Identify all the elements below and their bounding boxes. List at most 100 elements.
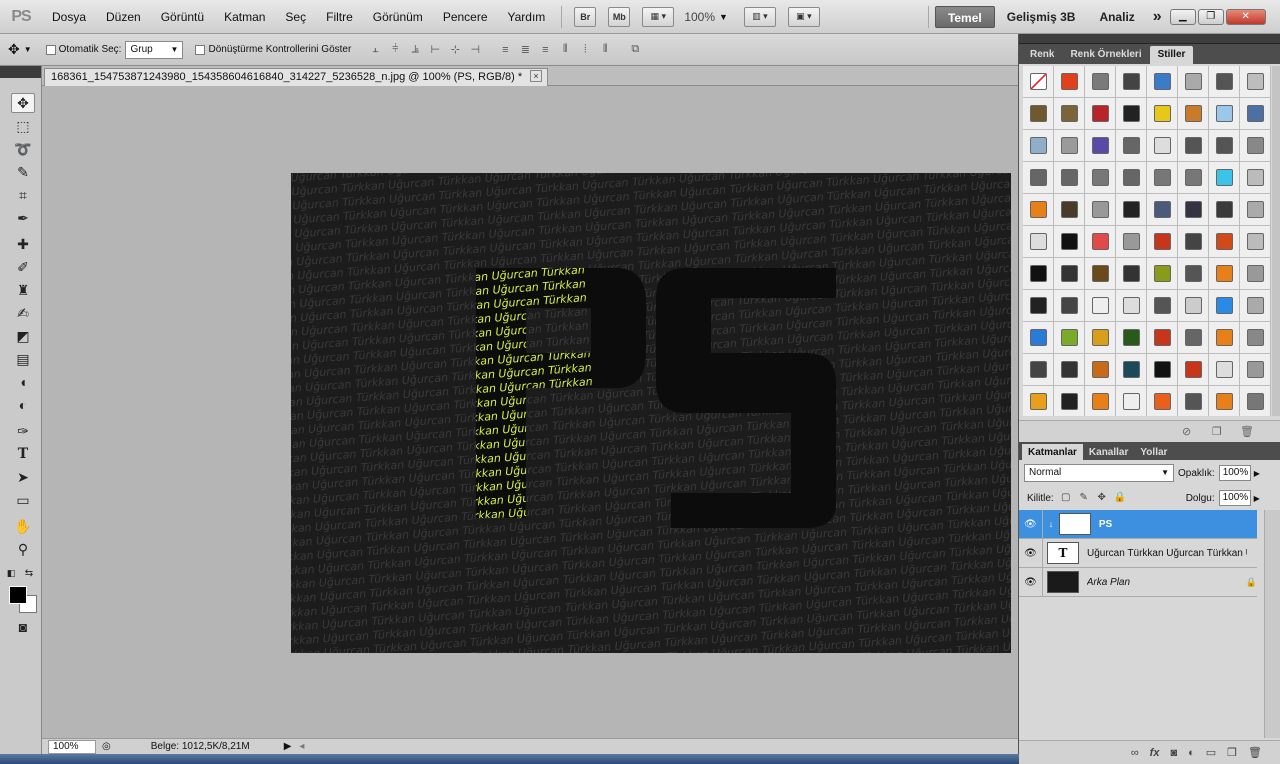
style-swatch[interactable] [1178, 258, 1209, 290]
style-swatch[interactable] [1054, 258, 1085, 290]
style-swatch[interactable] [1085, 322, 1116, 354]
style-swatch[interactable] [1178, 66, 1209, 98]
style-swatch[interactable] [1023, 130, 1054, 162]
transform-controls-checkbox[interactable] [195, 44, 206, 55]
new-group-icon[interactable]: ▭ [1206, 746, 1216, 759]
scroll-left-icon[interactable]: ◂ [299, 741, 304, 752]
style-swatch[interactable] [1147, 194, 1178, 226]
clear-style-icon[interactable]: ⊘ [1182, 425, 1191, 438]
style-swatch[interactable] [1116, 66, 1147, 98]
distribute-top-icon[interactable]: ≡ [497, 43, 513, 57]
style-swatch[interactable] [1116, 322, 1147, 354]
style-swatch[interactable] [1054, 386, 1085, 416]
style-swatch[interactable] [1147, 322, 1178, 354]
styles-scrollbar[interactable] [1272, 66, 1280, 416]
tab-renk-ornekleri[interactable]: Renk Örnekleri [1062, 46, 1149, 64]
tab-yollar[interactable]: Yollar [1134, 444, 1173, 460]
fill-field[interactable]: 100% [1218, 490, 1251, 506]
menu-filtre[interactable]: Filtre [316, 0, 363, 34]
style-swatch[interactable] [1085, 258, 1116, 290]
minimize-icon[interactable]: ▁ [1169, 8, 1196, 25]
distribute-vcenter-icon[interactable]: ≣ [517, 43, 533, 57]
style-swatch[interactable] [1116, 130, 1147, 162]
eye-icon[interactable]: 👁 [1019, 538, 1043, 568]
default-colors-icon[interactable]: ◧ [4, 563, 18, 583]
style-swatch[interactable] [1209, 98, 1240, 130]
healing-brush-tool-icon[interactable]: ✚ [11, 234, 35, 254]
style-swatch[interactable] [1178, 322, 1209, 354]
lasso-tool-icon[interactable]: ➰ [11, 139, 35, 159]
style-swatch[interactable] [1240, 354, 1271, 386]
style-swatch[interactable] [1085, 386, 1116, 416]
dodge-tool-icon[interactable]: ◐ [11, 395, 35, 415]
style-swatch[interactable] [1147, 226, 1178, 258]
pen-tool-icon[interactable]: ✑ [11, 421, 35, 441]
status-icon[interactable]: ◎ [102, 741, 111, 752]
move-tool-preset-icon[interactable]: ✥ [8, 41, 20, 58]
align-top-icon[interactable]: ⫠ [367, 43, 383, 57]
style-swatch[interactable] [1023, 162, 1054, 194]
link-layers-icon[interactable]: ∞ [1131, 747, 1139, 759]
auto-select-dropdown[interactable]: Grup ▼ [125, 40, 184, 59]
style-swatch[interactable] [1116, 98, 1147, 130]
style-swatch[interactable] [1209, 194, 1240, 226]
style-swatch[interactable] [1054, 354, 1085, 386]
style-swatch[interactable] [1023, 226, 1054, 258]
style-swatch[interactable] [1116, 354, 1147, 386]
swap-colors-icon[interactable]: ⇆ [22, 563, 36, 583]
screen-mode-button[interactable]: ▣ ▾ [787, 6, 820, 27]
tools-panel-grip[interactable] [0, 66, 41, 78]
distribute-hcenter-icon[interactable]: ⦙ [577, 43, 593, 57]
style-swatch[interactable] [1085, 354, 1116, 386]
image-canvas[interactable]: Uğurcan Türkkan Uğurcan Türkkan Uğurcan … [291, 173, 1011, 653]
style-swatch[interactable] [1209, 258, 1240, 290]
layer-row-text[interactable]: 👁 T Uğurcan Türkkan Uğurcan Türkkan Uğur… [1019, 538, 1257, 568]
lock-position-icon[interactable]: ✥ [1096, 492, 1108, 504]
style-swatch[interactable] [1116, 258, 1147, 290]
fill-arrow-icon[interactable]: ▶ [1254, 494, 1260, 503]
tab-stiller[interactable]: Stiller [1149, 46, 1194, 64]
delete-layer-icon[interactable]: 🗑 [1248, 746, 1262, 759]
style-swatch[interactable] [1147, 162, 1178, 194]
quick-select-tool-icon[interactable]: ✎ [11, 162, 35, 182]
style-swatch[interactable] [1054, 66, 1085, 98]
style-swatch[interactable] [1178, 226, 1209, 258]
menu-gorunum[interactable]: Görünüm [363, 0, 433, 34]
style-swatch[interactable] [1209, 66, 1240, 98]
style-swatch[interactable] [1240, 130, 1271, 162]
align-vcenter-icon[interactable]: ⫩ [387, 43, 403, 57]
hand-tool-icon[interactable]: ✋ [11, 516, 35, 536]
history-brush-tool-icon[interactable]: ✍ [11, 303, 35, 323]
opacity-field[interactable]: 100% [1218, 465, 1251, 481]
opacity-arrow-icon[interactable]: ▶ [1254, 469, 1260, 478]
style-swatch[interactable] [1178, 194, 1209, 226]
style-swatch[interactable] [1147, 130, 1178, 162]
move-tool-icon[interactable]: ✥ [11, 93, 35, 113]
menu-sec[interactable]: Seç [275, 0, 316, 34]
close-window-icon[interactable]: ✕ [1225, 8, 1266, 25]
style-swatch[interactable] [1023, 66, 1054, 98]
style-swatch[interactable] [1240, 98, 1271, 130]
style-swatch[interactable] [1240, 322, 1271, 354]
distribute-bottom-icon[interactable]: ≡ [537, 43, 553, 57]
layer-row-background[interactable]: 👁 Arka Plan 🔒 [1019, 567, 1257, 597]
style-swatch[interactable] [1085, 162, 1116, 194]
layer-mask-icon[interactable]: ◙ [1170, 747, 1177, 759]
status-menu-arrow-icon[interactable]: ▶ [284, 741, 292, 752]
style-swatch[interactable] [1085, 98, 1116, 130]
tab-kanallar[interactable]: Kanallar [1083, 444, 1134, 460]
style-swatch[interactable] [1147, 290, 1178, 322]
style-swatch[interactable] [1209, 162, 1240, 194]
mini-bridge-button[interactable]: Mb [608, 6, 631, 27]
zoom-field[interactable]: 100% [48, 739, 96, 754]
menu-pencere[interactable]: Pencere [433, 0, 498, 34]
eye-icon[interactable]: 👁 [1019, 509, 1043, 539]
marquee-tool-icon[interactable]: ⬚ [11, 116, 35, 136]
new-layer-icon[interactable]: ❐ [1227, 746, 1237, 759]
style-swatch[interactable] [1116, 162, 1147, 194]
style-swatch[interactable] [1023, 98, 1054, 130]
style-swatch[interactable] [1054, 226, 1085, 258]
style-swatch[interactable] [1178, 290, 1209, 322]
blend-mode-dropdown[interactable]: Normal ▼ [1024, 464, 1174, 482]
style-swatch[interactable] [1240, 162, 1271, 194]
